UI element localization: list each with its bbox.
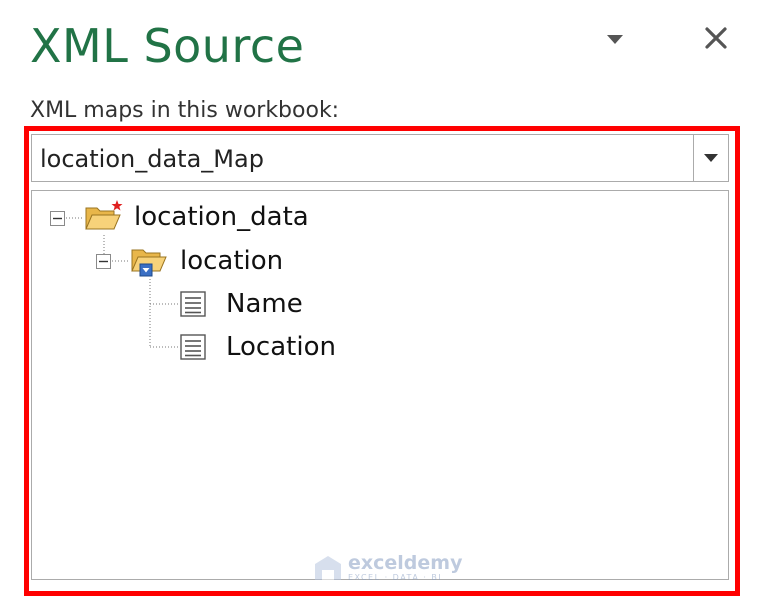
collapse-icon[interactable] xyxy=(50,211,65,226)
tree-node-field[interactable]: Name xyxy=(178,286,303,322)
watermark-tagline: EXCEL · DATA · BI xyxy=(348,573,443,582)
exceldemy-logo-icon xyxy=(315,556,341,580)
xml-maps-label: XML maps in this workbook: xyxy=(30,98,340,123)
chevron-down-icon xyxy=(704,154,718,162)
tree-node-label: location_data xyxy=(134,202,309,232)
chevron-down-icon xyxy=(607,35,623,44)
dropdown-arrow-button[interactable] xyxy=(693,135,728,181)
tree-node-field[interactable]: Location xyxy=(178,329,336,365)
close-icon xyxy=(705,27,727,49)
tree-node-location[interactable]: location xyxy=(130,243,283,279)
field-icon xyxy=(180,334,206,360)
repeating-folder-icon xyxy=(131,249,167,277)
tree-node-root[interactable]: location_data xyxy=(84,199,309,235)
tree-node-label: Location xyxy=(226,332,336,362)
pane-close-button[interactable] xyxy=(698,20,734,56)
watermark-name: exceldemy xyxy=(348,552,463,574)
root-folder-icon xyxy=(85,200,123,230)
xml-tree-view[interactable]: location_data location Name Location xyxy=(31,190,729,580)
collapse-icon[interactable] xyxy=(96,254,111,269)
tree-node-label: location xyxy=(180,246,284,276)
pane-options-button[interactable] xyxy=(600,24,630,54)
watermark: exceldemy EXCEL · DATA · BI xyxy=(314,553,462,583)
xml-source-pane: XML Source XML maps in this workbook: lo… xyxy=(0,0,768,600)
tree-node-label: Name xyxy=(226,289,303,319)
field-icon xyxy=(180,291,206,317)
xml-map-selected-value: location_data_Map xyxy=(40,145,264,173)
xml-map-dropdown[interactable]: location_data_Map xyxy=(31,134,729,182)
pane-title: XML Source xyxy=(30,19,305,73)
